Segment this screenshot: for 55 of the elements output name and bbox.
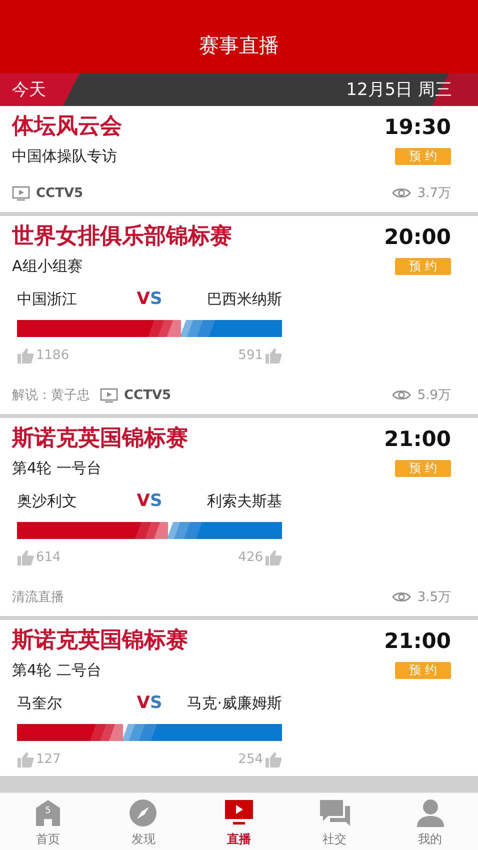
- event-time: 20:00: [384, 224, 451, 251]
- eye-icon: [392, 389, 412, 401]
- tv-icon: [12, 186, 30, 200]
- view-count: 3.5万: [417, 589, 451, 606]
- like-count: 1186: [36, 348, 70, 362]
- chat-bubbles-icon: [320, 800, 350, 827]
- thumbs-up-icon: [265, 750, 282, 768]
- tv-icon: [100, 388, 118, 402]
- date-label: 12月5日 周三: [346, 79, 452, 101]
- badge-label: 5: [44, 806, 51, 816]
- event-subtitle: A组小组赛: [12, 256, 82, 277]
- thumbs-up-icon: [17, 346, 34, 364]
- play-screen-icon: [224, 800, 253, 827]
- thumbs-up-icon: [17, 750, 34, 768]
- away-team: 巴西米纳斯: [206, 290, 282, 308]
- channel-label: CCTV5: [36, 186, 84, 200]
- event-title: 斯诺克英国锦标赛: [12, 424, 188, 453]
- tab-bar-item[interactable]: 我的: [382, 793, 478, 850]
- channel-label: CCTV5: [124, 388, 172, 402]
- away-team: 马克·威廉姆斯: [186, 694, 282, 712]
- home-team: 中国浙江: [17, 290, 78, 308]
- event-time: 21:00: [384, 628, 451, 655]
- like-count: 254: [238, 752, 263, 766]
- like-count: 591: [238, 348, 263, 362]
- commentary-label: 解说：黄子忠: [12, 387, 90, 404]
- tab-bar-item[interactable]: 发现: [96, 793, 192, 850]
- event-subtitle: 中国体操队专访: [12, 146, 117, 167]
- eye-icon: [392, 187, 412, 199]
- commentary-label: 清流直播: [12, 589, 64, 606]
- tab-bar-item[interactable]: 5 首页: [0, 793, 96, 850]
- event-subtitle: 第4轮 二号台: [12, 660, 102, 681]
- view-count: 3.7万: [417, 185, 451, 202]
- tab-bar-item[interactable]: 社交: [286, 793, 382, 850]
- event-time: 19:30: [384, 114, 451, 141]
- away-team: 利索夫斯基: [206, 492, 282, 510]
- thumbs-up-icon: [17, 548, 34, 566]
- like-count: 426: [238, 550, 263, 564]
- view-count: 5.9万: [417, 387, 451, 404]
- tab-bar-item[interactable]: 直播: [191, 793, 287, 850]
- like-count: 614: [36, 550, 61, 564]
- page-title: 赛事直播: [199, 32, 279, 59]
- thumbs-up-icon: [265, 346, 282, 364]
- eye-icon: [392, 591, 412, 603]
- person-icon: [416, 799, 444, 827]
- event-title: 世界女排俱乐部锦标赛: [12, 222, 232, 251]
- compass-icon: [129, 799, 158, 827]
- today-label: 今天: [12, 79, 46, 101]
- thumbs-up-icon: [265, 548, 282, 566]
- home-team: 马奎尔: [17, 694, 63, 712]
- event-time: 21:00: [384, 426, 451, 453]
- event-title: 斯诺克英国锦标赛: [12, 626, 188, 655]
- event-title: 体坛风云会: [12, 113, 122, 141]
- like-count: 127: [36, 752, 61, 766]
- home-team: 奥沙利文: [17, 492, 78, 510]
- event-subtitle: 第4轮 一号台: [12, 458, 102, 479]
